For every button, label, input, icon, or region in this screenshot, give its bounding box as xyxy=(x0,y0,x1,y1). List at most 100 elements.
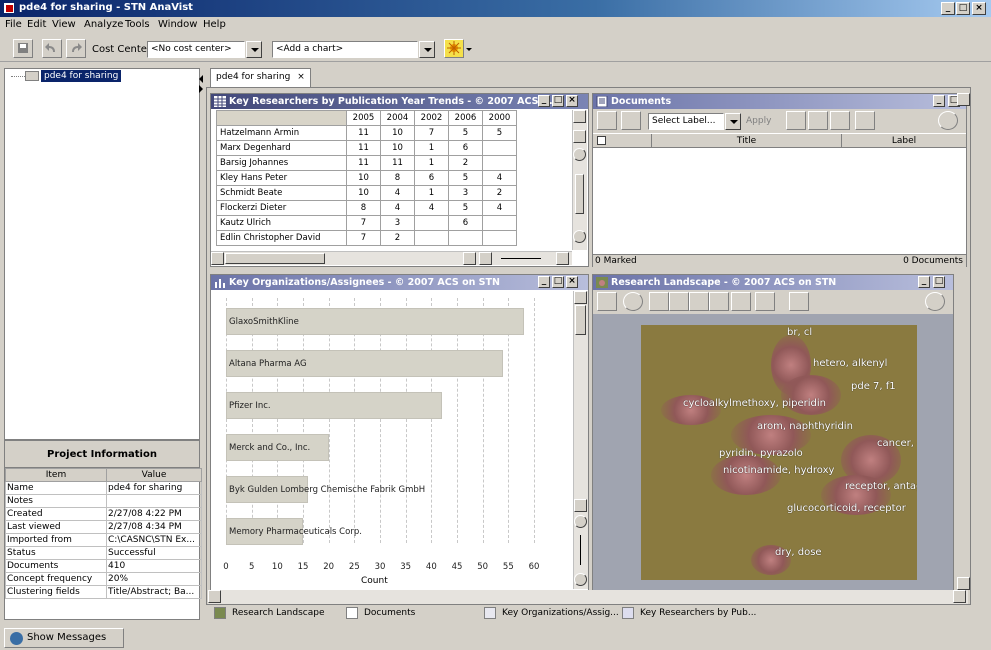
maximize-button[interactable]: □ xyxy=(956,2,970,15)
chart-wizard-dropdown-icon[interactable] xyxy=(466,48,472,51)
menu-file[interactable]: File xyxy=(5,19,22,30)
menu-view[interactable]: View xyxy=(52,19,76,30)
cluster-label[interactable]: dry, dose xyxy=(775,547,822,558)
menu-help[interactable]: Help xyxy=(203,19,226,30)
col-label[interactable]: Label xyxy=(841,134,966,148)
tab-research-landscape[interactable]: Research Landscape xyxy=(232,608,325,618)
scroll-left-icon[interactable] xyxy=(211,252,224,265)
cluster-label[interactable]: hetero, alkenyl xyxy=(813,358,887,369)
h-zoom-slider[interactable] xyxy=(501,258,541,259)
tab-documents[interactable]: Documents xyxy=(364,608,415,618)
scroll-down-icon[interactable] xyxy=(573,130,586,143)
minimize-panel-button[interactable]: _ xyxy=(538,95,550,107)
collapse-left-icon[interactable] xyxy=(199,75,203,83)
menu-edit[interactable]: Edit xyxy=(27,19,46,30)
research-landscape-map[interactable]: br, cl hetero, alkenyl pde 7, f1 cycloal… xyxy=(641,325,917,580)
table-row[interactable]: Marx Degenhard 11 10 1 6 xyxy=(216,140,517,156)
hscroll-thumb[interactable] xyxy=(225,253,325,264)
cluster-label[interactable]: arom, naphthyridin xyxy=(757,421,853,432)
close-panel-button[interactable]: × xyxy=(566,95,578,107)
add-chart-dropdown-icon[interactable] xyxy=(419,41,435,58)
maximize-panel-button[interactable]: □ xyxy=(933,276,945,288)
save-docs-icon[interactable] xyxy=(597,111,617,130)
show-messages-button[interactable]: Show Messages (1) xyxy=(4,628,124,648)
cost-center-select[interactable]: <No cost center> xyxy=(147,41,245,58)
zoom-out-icon[interactable] xyxy=(573,230,586,243)
zoom-out-icon[interactable] xyxy=(574,573,587,586)
chart-wizard-icon[interactable] xyxy=(444,39,464,58)
cluster-label[interactable]: receptor, antagonist xyxy=(845,481,917,492)
cluster-label[interactable]: pde 7, f1 xyxy=(851,381,896,392)
year-header[interactable]: 2004 xyxy=(380,110,415,126)
cost-center-dropdown-icon[interactable] xyxy=(246,41,262,58)
apply-button[interactable]: Apply xyxy=(746,116,771,126)
mark-icon[interactable] xyxy=(830,111,850,130)
table-row[interactable]: Hatzelmann Armin 11 10 7 5 5 xyxy=(216,125,517,141)
tab-pde4-for-sharing[interactable]: pde4 for sharing × xyxy=(210,68,311,87)
minimize-panel-button[interactable]: _ xyxy=(918,276,930,288)
close-panel-button[interactable]: × xyxy=(566,276,578,288)
cluster-label[interactable]: br, cl xyxy=(787,327,812,338)
select-label-dropdown-icon[interactable] xyxy=(725,113,741,130)
settings-icon[interactable] xyxy=(855,111,875,130)
scroll-left-icon[interactable] xyxy=(208,590,221,603)
layers-icon[interactable] xyxy=(669,292,689,311)
map-view-icon[interactable] xyxy=(649,292,669,311)
col-title[interactable]: Title xyxy=(651,134,841,148)
redo-icon[interactable] xyxy=(66,39,86,58)
zoom-slider[interactable] xyxy=(580,535,581,565)
year-header[interactable]: 2000 xyxy=(482,110,517,126)
export-icon[interactable] xyxy=(731,292,751,311)
label-toggle-icon[interactable] xyxy=(689,292,709,311)
save-icon[interactable] xyxy=(13,39,33,58)
add-chart-select[interactable]: <Add a chart> xyxy=(272,41,418,58)
zoom-out-h-icon[interactable] xyxy=(479,252,492,265)
scroll-right-icon[interactable] xyxy=(953,590,966,603)
menu-analyze[interactable]: Analyze xyxy=(84,19,123,30)
select-tool-icon[interactable] xyxy=(597,292,617,311)
year-header[interactable]: 2002 xyxy=(414,110,449,126)
workspace-hscroll[interactable] xyxy=(208,590,968,604)
table-row[interactable]: Schmidt Beate 10 4 1 3 2 xyxy=(216,185,517,201)
scroll-up-icon[interactable] xyxy=(573,110,586,123)
minimize-panel-button[interactable]: _ xyxy=(538,276,550,288)
scroll-right-icon[interactable] xyxy=(463,252,476,265)
minimize-panel-button[interactable]: _ xyxy=(933,95,945,107)
outer-scroll-down-icon[interactable] xyxy=(957,577,970,590)
print-icon[interactable] xyxy=(621,111,641,130)
table-row[interactable]: Barsig Johannes 11 11 1 2 xyxy=(216,155,517,171)
zoom-in-icon[interactable] xyxy=(573,148,586,161)
refresh-icon[interactable] xyxy=(623,292,643,311)
zoom-in-h-icon[interactable] xyxy=(556,252,569,265)
cluster-label[interactable]: cancer, cell xyxy=(877,438,917,449)
table-row[interactable]: Kautz Ulrich 7 3 6 xyxy=(216,215,517,231)
menu-tools[interactable]: Tools xyxy=(125,19,150,30)
cluster-label[interactable]: pyridin, pyrazolo xyxy=(719,448,803,459)
annotate-icon[interactable] xyxy=(789,292,809,311)
year-header[interactable]: 2005 xyxy=(346,110,381,126)
year-header[interactable]: 2006 xyxy=(448,110,483,126)
cluster-label[interactable]: cycloalkylmethoxy, piperidin xyxy=(683,398,826,409)
select-label-input[interactable]: Select Label... xyxy=(648,113,724,130)
color-icon[interactable] xyxy=(755,292,775,311)
maximize-panel-button[interactable]: □ xyxy=(552,276,564,288)
minimize-button[interactable]: _ xyxy=(941,2,955,15)
vscroll-thumb[interactable] xyxy=(575,305,586,335)
help-icon[interactable] xyxy=(938,111,958,130)
grid-icon[interactable] xyxy=(709,292,729,311)
cluster-label[interactable]: glucocorticoid, receptor xyxy=(787,503,906,514)
scroll-down-icon[interactable] xyxy=(574,499,587,512)
expand-right-icon[interactable] xyxy=(199,85,203,93)
tree-item-project[interactable]: pde4 for sharing xyxy=(41,70,122,82)
outer-scroll-up-icon[interactable] xyxy=(957,93,970,106)
filter-icon[interactable] xyxy=(786,111,806,130)
close-button[interactable]: × xyxy=(972,2,986,15)
key-researchers-vscroll[interactable] xyxy=(572,110,587,250)
maximize-panel-button[interactable]: □ xyxy=(552,95,564,107)
tab-key-organizations[interactable]: Key Organizations/Assig... xyxy=(502,608,619,618)
table-row[interactable]: Flockerzi Dieter 8 4 4 5 4 xyxy=(216,200,517,216)
menu-window[interactable]: Window xyxy=(158,19,197,30)
help-icon[interactable] xyxy=(925,292,945,311)
table-row[interactable]: Edlin Christopher David 7 2 xyxy=(216,230,517,246)
key-researchers-hscroll[interactable] xyxy=(211,251,572,265)
